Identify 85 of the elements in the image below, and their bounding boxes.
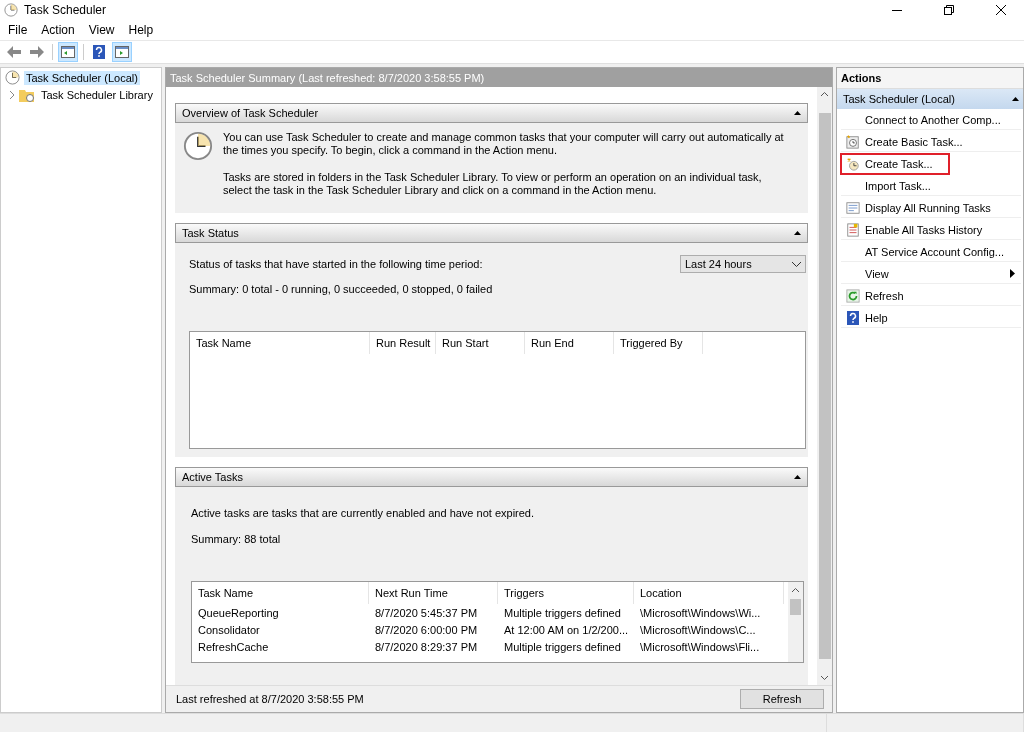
forward-arrow-icon — [30, 46, 44, 58]
active-description: Active tasks are tasks that are currently enabled and have not expired. — [191, 507, 535, 519]
table-cell-text: 8/7/2020 6:00:00 PM — [374, 623, 479, 636]
overview-text: Tasks are stored in folders in the Task Scheduler Library. To view or perform an operation on an individual task, select the task in the Task Scheduler Library and click on a command in the Action menu. — [223, 171, 763, 197]
table-cell-text: Consolidator — [197, 623, 261, 636]
collapse-icon[interactable] — [794, 231, 801, 235]
submenu-arrow-icon — [1010, 269, 1015, 278]
task-list-icon — [846, 200, 860, 215]
pane-command[interactable]: Create Task... — [841, 154, 949, 174]
toolbar-button[interactable] — [58, 42, 78, 62]
history-log-icon — [846, 222, 860, 237]
table-cell-text: 8/7/2020 8:29:37 PM — [374, 640, 479, 653]
column-header[interactable]: Triggers — [498, 582, 634, 604]
scroll-up-icon[interactable] — [820, 90, 829, 99]
table-cell-text: \Microsoft\Windows\C... — [639, 623, 757, 636]
scroll-up-icon[interactable] — [791, 586, 800, 595]
last-refreshed-text: Last refreshed at 8/7/2020 3:58:55 PM — [176, 693, 364, 705]
minimize-icon — [892, 9, 902, 11]
section-header[interactable]: Active Tasks — [175, 467, 808, 487]
clock-icon — [5, 70, 20, 85]
table-cell-text: 8/7/2020 5:45:37 PM — [374, 606, 479, 619]
scrollbar-thumb[interactable] — [790, 599, 801, 615]
pane-command[interactable]: Display All Running Tasks — [841, 198, 1021, 218]
action-pane-icon — [115, 46, 129, 58]
table-cell-text: QueueReporting — [197, 606, 280, 619]
task-wizard-icon — [846, 134, 860, 149]
menu-item[interactable]: Help — [123, 23, 159, 37]
table-cell-text: At 12:00 AM on 1/2/200... — [503, 623, 630, 636]
period-label: Status of tasks that have started in the following time period: — [189, 258, 483, 270]
window-title: Task Scheduler — [24, 3, 108, 17]
column-header[interactable]: Location — [634, 582, 784, 604]
folder-clock-icon — [19, 87, 35, 102]
table-cell-text: \Microsoft\Windows\Wi... — [639, 606, 762, 619]
active-summary: Summary: 88 total — [191, 533, 281, 545]
menu-item[interactable]: File — [3, 23, 33, 37]
pane-command[interactable]: Import Task... — [841, 176, 1021, 196]
pane-command[interactable]: Enable All Tasks History — [841, 220, 1021, 240]
console-tree-icon — [61, 46, 75, 58]
collapse-icon[interactable] — [794, 111, 801, 115]
refresh-icon — [846, 288, 860, 303]
section-header[interactable]: Task Status — [175, 223, 808, 243]
table-cell-text: Multiple triggers defined — [503, 606, 622, 619]
actions-group-header[interactable]: Task Scheduler (Local) — [837, 89, 1023, 109]
column-header[interactable]: Triggered By — [614, 332, 703, 354]
tree-item[interactable]: Task Scheduler (Local) — [24, 70, 140, 85]
column-header[interactable]: Next Run Time — [369, 582, 498, 604]
column-header[interactable]: Task Name — [190, 332, 370, 354]
actions-header: Actions — [837, 68, 1023, 89]
table-cell-text: RefreshCache — [197, 640, 270, 653]
expand-chevron-icon[interactable] — [9, 90, 15, 99]
pane-command[interactable]: Help — [841, 308, 1021, 328]
chevron-down-icon — [792, 261, 801, 267]
tree-item[interactable]: Task Scheduler Library — [39, 87, 155, 102]
help-icon — [93, 45, 105, 59]
table-cell-text: \Microsoft\Windows\Fli... — [639, 640, 761, 653]
section-header[interactable]: Overview of Task Scheduler — [175, 103, 808, 123]
pane-command[interactable]: AT Service Account Config... — [841, 242, 1021, 262]
overview-text: You can use Task Scheduler to create and manage common tasks that your computer will carry out automatically at the times you specify. To begin, click a command in the Action menu. — [223, 131, 785, 157]
new-task-icon — [846, 156, 860, 171]
clock-icon — [183, 131, 213, 161]
menu-item[interactable]: Action — [36, 23, 80, 37]
pane-command[interactable]: View — [841, 264, 1021, 284]
pane-command[interactable]: Connect to Another Comp... — [841, 110, 1021, 130]
period-dropdown[interactable]: Last 24 hours — [680, 255, 806, 273]
table-cell-text: Multiple triggers defined — [503, 640, 622, 653]
column-header[interactable]: Run Start — [436, 332, 525, 354]
column-header[interactable]: Task Name — [192, 582, 369, 604]
menu-item[interactable]: View — [83, 23, 120, 37]
collapse-icon[interactable] — [1012, 97, 1019, 101]
toolbar-button[interactable] — [112, 42, 132, 62]
column-header[interactable]: Run End — [525, 332, 614, 354]
back-arrow-icon — [7, 46, 21, 58]
pane-command[interactable]: Refresh — [841, 286, 1021, 306]
scroll-down-icon[interactable] — [820, 673, 829, 682]
column-header[interactable]: Run Result — [370, 332, 436, 354]
scrollbar-thumb[interactable] — [818, 113, 831, 659]
help-icon — [847, 310, 859, 325]
summary-header: Task Scheduler Summary (Last refreshed: 8/7/2020 3:58:55 PM) — [166, 68, 832, 87]
app-clock-icon — [4, 3, 18, 17]
status-summary: Summary: 0 total - 0 running, 0 succeeded, 0 stopped, 0 failed — [189, 283, 493, 295]
refresh-button[interactable]: Refresh — [740, 689, 824, 709]
close-icon — [996, 5, 1006, 15]
collapse-icon[interactable] — [794, 475, 801, 479]
restore-icon — [944, 5, 954, 15]
pane-command[interactable]: Create Basic Task... — [841, 132, 1021, 152]
